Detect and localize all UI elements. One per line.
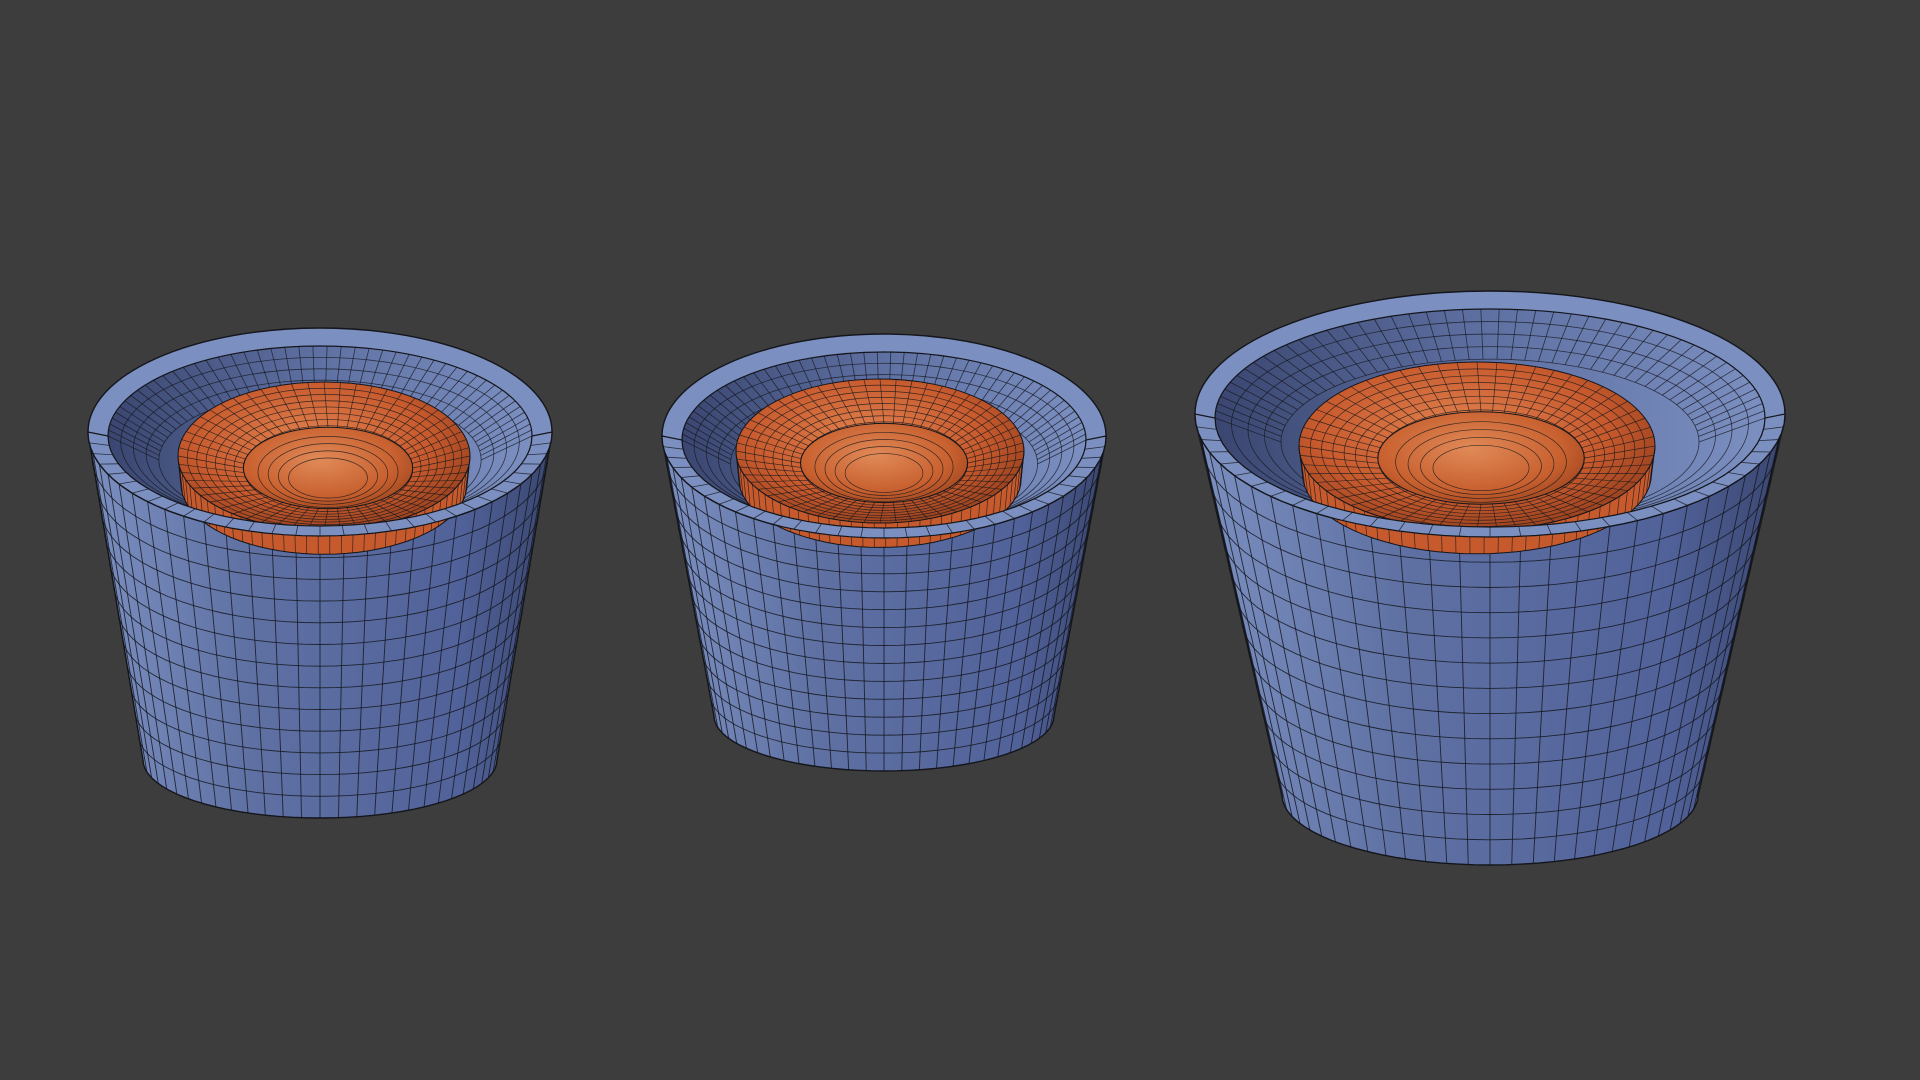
cup-right[interactable] (1194, 290, 1786, 866)
cup-left[interactable] (87, 327, 553, 819)
viewport-scene[interactable] (0, 0, 1920, 1080)
cup-center[interactable] (661, 333, 1107, 772)
3d-viewport[interactable] (0, 0, 1920, 1080)
